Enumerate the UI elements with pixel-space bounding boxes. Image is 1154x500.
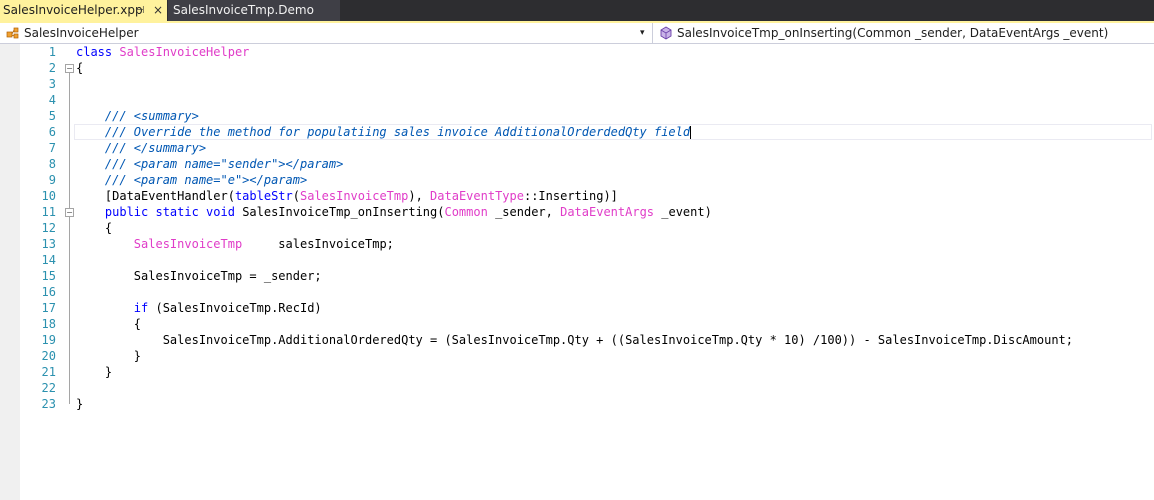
line-number: 3 [48, 77, 56, 91]
code-line[interactable]: /// <param name="e"></param> [76, 172, 307, 188]
line-number: 5 [48, 109, 56, 123]
tab-sales-invoice-helper[interactable]: SalesInvoiceHelper.xpp ⊣ × [0, 0, 167, 21]
outline-guide [69, 217, 70, 372]
line-number: 4 [48, 93, 56, 107]
code-token: { [76, 61, 84, 75]
line-number: 2 [48, 61, 56, 75]
code-token: SalesInvoiceTmp [299, 189, 409, 203]
code-token: { [76, 221, 113, 235]
code-token: SalesInvoiceTmp = _sender; [76, 269, 322, 283]
code-token: } [76, 397, 84, 411]
code-line[interactable]: } [76, 348, 141, 364]
text-caret [690, 126, 692, 139]
code-token: } [76, 365, 113, 379]
line-number: 15 [41, 269, 56, 283]
line-number: 11 [41, 205, 56, 219]
line-number-gutter: 1 2 3 4 5 6 7 8 9 10 11 12 13 14 15 16 17 18 19 20 21 22 23 [20, 44, 60, 500]
code-token: /// </summary> [76, 141, 207, 155]
code-line[interactable]: { [76, 316, 141, 332]
code-token: /// <param name="e"></param> [76, 173, 308, 187]
code-token: ( [292, 189, 300, 203]
code-line[interactable]: SalesInvoiceTmp.AdditionalOrderedQty = (… [76, 332, 1073, 348]
class-icon [6, 27, 19, 39]
code-token: if [133, 301, 149, 315]
code-token: (SalesInvoiceTmp.RecId) [148, 301, 322, 315]
class-selector-dropdown[interactable]: SalesInvoiceHelper ▾ [0, 23, 653, 43]
code-line[interactable]: } [76, 396, 83, 412]
code-token: class [76, 45, 120, 59]
line-number: 6 [48, 125, 56, 139]
line-number: 17 [41, 301, 56, 315]
code-token: [DataEventHandler( [76, 189, 235, 203]
line-number: 10 [41, 189, 56, 203]
code-line[interactable]: { [76, 60, 83, 76]
code-token: DataEventArgs [560, 205, 655, 219]
navigation-bar: SalesInvoiceHelper ▾ SalesInvoiceTmp_onI… [0, 23, 1154, 44]
code-token: SalesInvoiceTmp_onInserting( [242, 205, 445, 219]
code-editor[interactable]: 1 2 3 4 5 6 7 8 9 10 11 12 13 14 15 16 17 18 19 20 21 22 23 − −… [0, 44, 1154, 500]
pin-icon[interactable]: ⊣ [133, 0, 147, 21]
code-line[interactable]: [DataEventHandler(tableStr(SalesInvoiceT… [76, 188, 618, 204]
line-number: 9 [48, 173, 56, 187]
code-line[interactable]: /// </summary> [76, 140, 206, 156]
line-number: 23 [41, 397, 56, 411]
code-line[interactable]: SalesInvoiceTmp salesInvoiceTmp; [76, 236, 394, 252]
code-token: ::Inserting)] [523, 189, 618, 203]
line-number: 7 [48, 141, 56, 155]
tab-label: SalesInvoiceHelper.xpp [3, 3, 143, 17]
line-number: 20 [41, 349, 56, 363]
code-line[interactable]: public static void SalesInvoiceTmp_onIns… [76, 204, 712, 220]
code-token: salesInvoiceTmp; [242, 237, 394, 251]
code-token: /// Override the method for populatiing … [76, 125, 691, 139]
line-number: 19 [41, 333, 56, 347]
code-token: } [76, 349, 142, 363]
line-number: 13 [41, 237, 56, 251]
line-number: 1 [48, 45, 56, 59]
document-tab-bar: SalesInvoiceHelper.xpp ⊣ × SalesInvoiceT… [0, 0, 1154, 21]
close-icon[interactable]: × [151, 0, 165, 21]
code-token: public static void [104, 205, 243, 219]
code-token: SalesInvoiceTmp [133, 237, 243, 251]
code-line[interactable]: /// Override the method for populatiing … [76, 124, 692, 140]
member-selector-label: SalesInvoiceTmp_onInserting(Common _send… [677, 26, 1109, 40]
line-number: 8 [48, 157, 56, 171]
tab-label: SalesInvoiceTmp.Demo [173, 3, 314, 17]
tab-sales-invoice-tmp-demo[interactable]: SalesInvoiceTmp.Demo [168, 0, 340, 21]
chevron-down-icon[interactable]: ▾ [640, 23, 645, 43]
line-number: 16 [41, 285, 56, 299]
code-line[interactable]: { [76, 220, 112, 236]
member-selector-dropdown[interactable]: SalesInvoiceTmp_onInserting(Common _send… [656, 23, 1154, 43]
code-token: SalesInvoiceHelper [119, 45, 250, 59]
code-token: _event) [654, 205, 712, 219]
line-number: 22 [41, 381, 56, 395]
code-line[interactable]: if (SalesInvoiceTmp.RecId) [76, 300, 322, 316]
code-line[interactable]: class SalesInvoiceHelper [76, 44, 249, 60]
code-token: ), [408, 189, 431, 203]
code-token: _sender, [487, 205, 561, 219]
code-token: tableStr [234, 189, 293, 203]
line-number: 18 [41, 317, 56, 331]
line-number: 14 [41, 253, 56, 267]
indicator-margin [0, 44, 20, 500]
method-icon [660, 26, 672, 40]
code-token: SalesInvoiceTmp.AdditionalOrderedQty = (… [76, 333, 1073, 347]
code-line[interactable]: } [76, 364, 112, 380]
code-line[interactable]: /// <summary> [76, 108, 199, 124]
code-token: DataEventType [430, 189, 524, 203]
collapse-icon[interactable]: − [65, 208, 74, 217]
line-number: 12 [41, 221, 56, 235]
code-line[interactable]: /// <param name="sender"></param> [76, 156, 343, 172]
collapse-icon[interactable]: − [65, 64, 74, 73]
code-token: { [76, 317, 142, 331]
code-token: Common [444, 205, 488, 219]
code-token: /// <summary> [76, 109, 199, 123]
code-token: /// <param name="sender"></param> [76, 157, 344, 171]
class-selector-label: SalesInvoiceHelper [24, 26, 139, 40]
line-number: 21 [41, 365, 56, 379]
code-line[interactable]: SalesInvoiceTmp = _sender; [76, 268, 322, 284]
